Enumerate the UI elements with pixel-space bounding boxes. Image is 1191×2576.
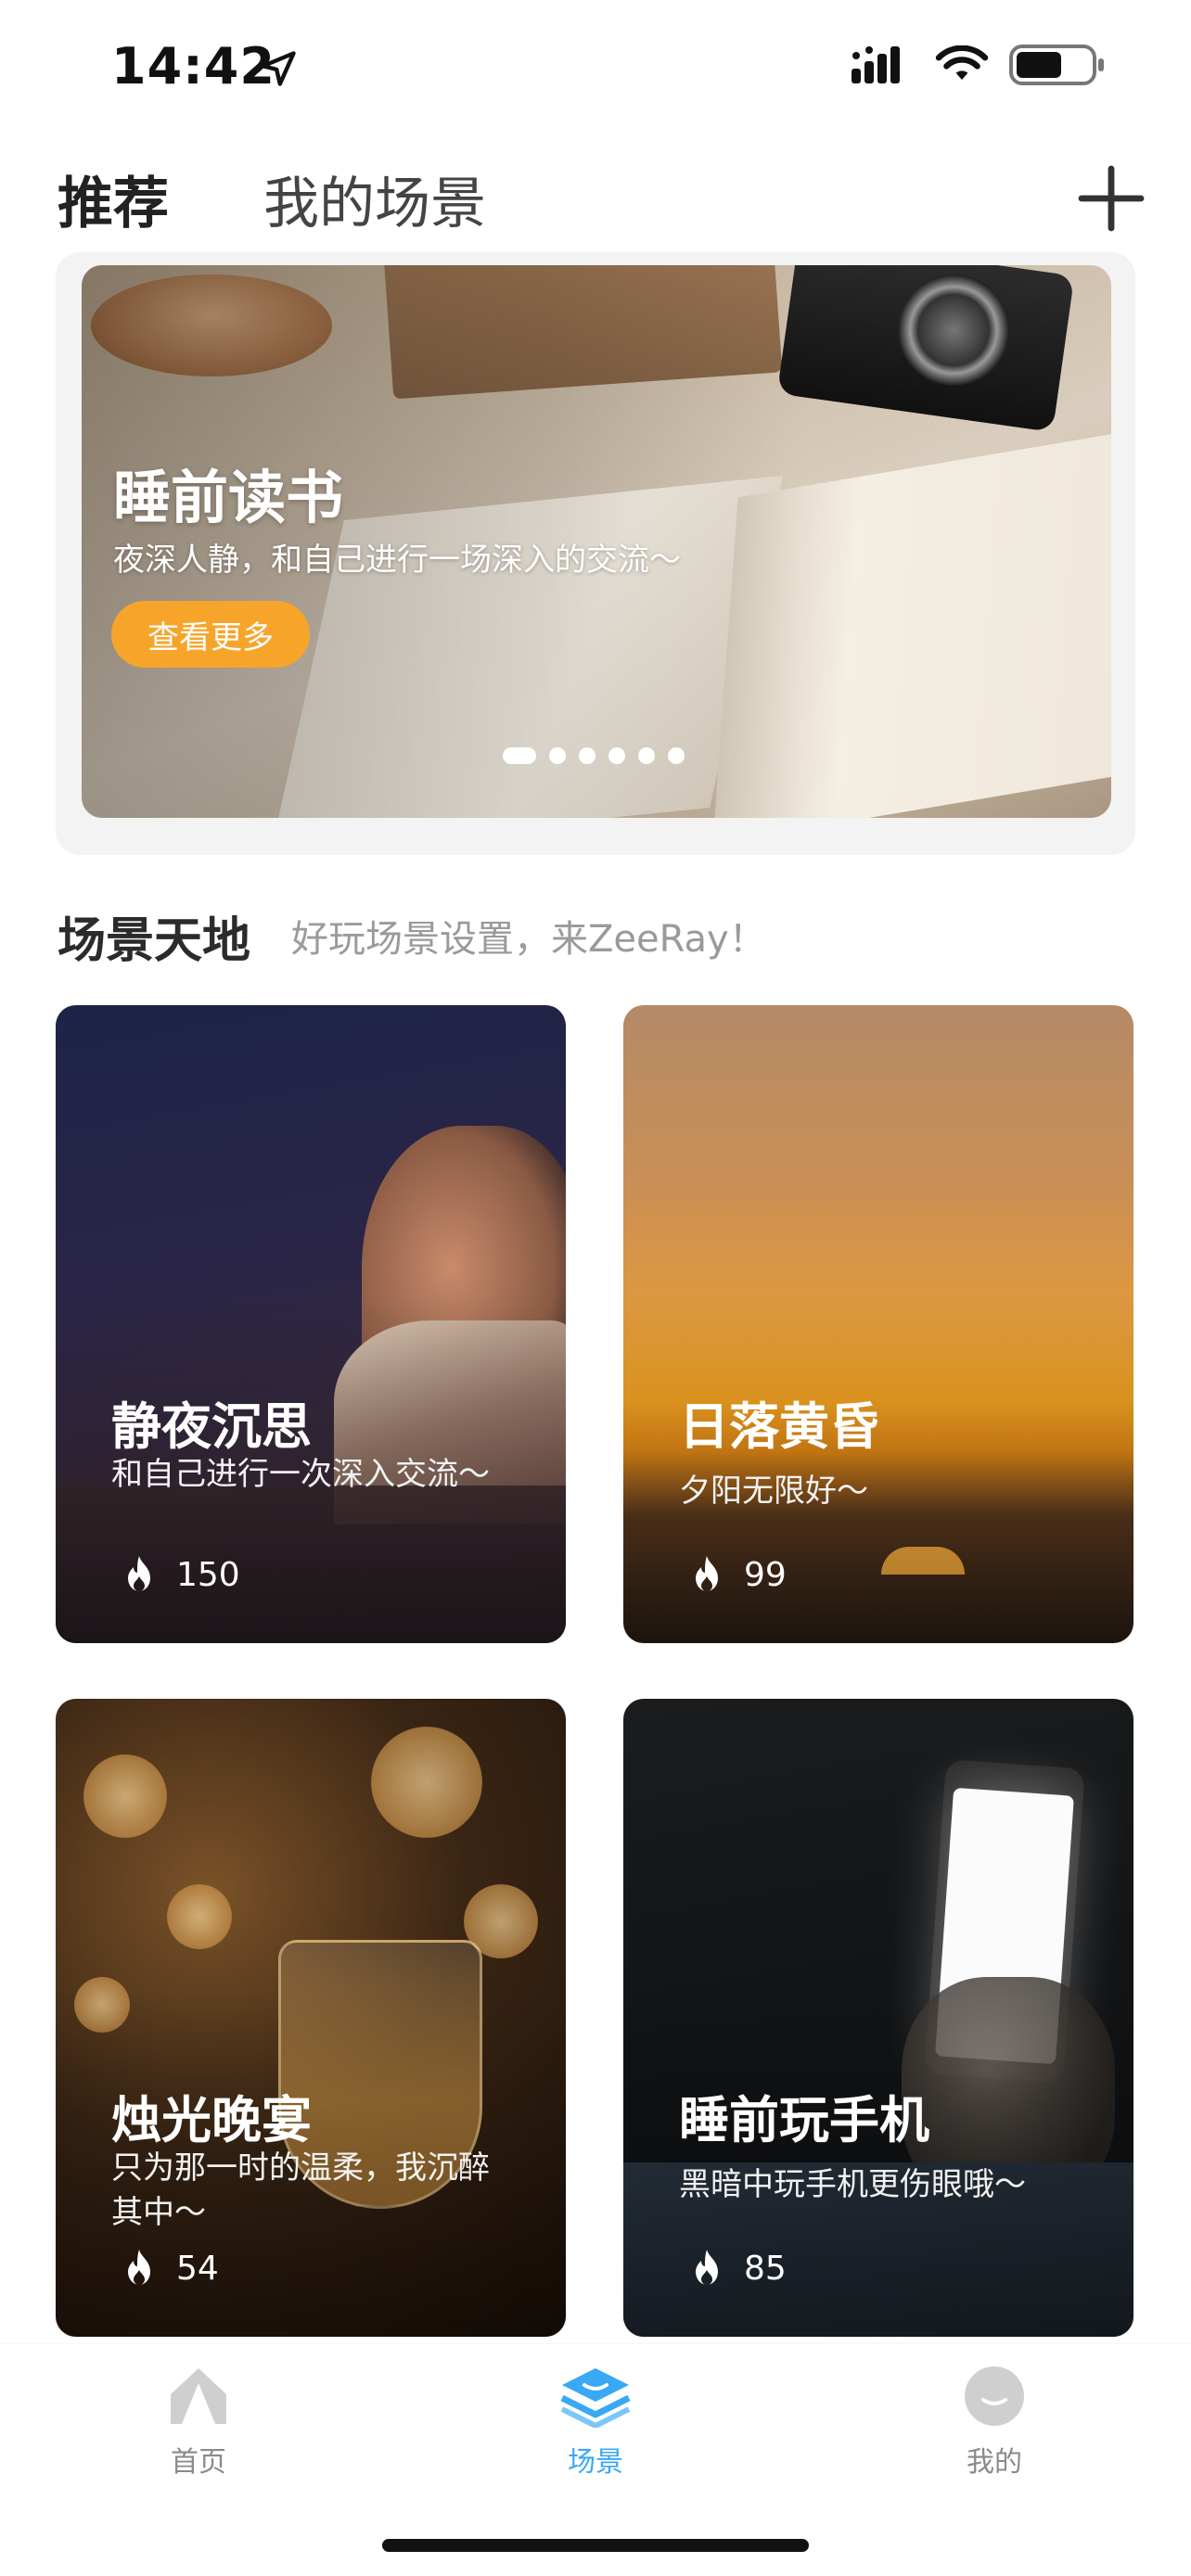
scene-card-quiet-night[interactable]: 静夜沉思 和自己进行一次深入交流～ 150 <box>56 1005 566 1643</box>
tab-scenes[interactable]: 场景 <box>503 2365 688 2480</box>
card-count: 150 <box>176 1555 240 1594</box>
tab-my-scenes[interactable]: 我的场景 <box>263 159 486 239</box>
section-subtitle: 好玩场景设置，来ZeeRay！ <box>291 918 766 961</box>
flame-icon <box>128 1556 150 1591</box>
flame-icon <box>696 2250 718 2285</box>
pagination-dot[interactable] <box>579 747 596 764</box>
flame-icon <box>696 1556 718 1591</box>
scene-card-sunset[interactable]: 日落黄昏 夕阳无限好～ 99 <box>623 1005 1133 1643</box>
card-title: 日落黄昏 <box>679 1397 879 1456</box>
card-title: 静夜沉思 <box>111 1397 312 1456</box>
card-desc: 只为那一时的温柔，我沉醉其中～ <box>111 2149 490 2231</box>
card-title: 睡前玩手机 <box>679 2091 929 2149</box>
pagination-dot[interactable] <box>638 747 655 764</box>
section-title: 场景天地 <box>58 913 251 969</box>
banner-carousel[interactable]: 睡前读书 夜深人静，和自己进行一场深入的交流～ 查看更多 <box>82 265 1111 818</box>
pagination-dot[interactable] <box>668 747 685 764</box>
scene-card-phone-before-bed[interactable]: 睡前玩手机 黑暗中玩手机更伤眼哦～ 85 <box>623 1699 1133 2337</box>
home-indicator <box>382 2539 809 2552</box>
signal-icon <box>852 46 900 83</box>
flame-icon <box>128 2250 150 2285</box>
tab-home[interactable]: 首页 <box>106 2365 291 2480</box>
scene-card-candlelight[interactable]: 烛光晚宴 只为那一时的温柔，我沉醉其中～ 54 <box>56 1699 566 2337</box>
plus-icon[interactable] <box>1076 163 1146 234</box>
card-desc: 黑暗中玩手机更伤眼哦～ <box>679 2166 1026 2203</box>
tab-mine-label: 我的 <box>967 2446 1022 2479</box>
banner-pagination <box>503 747 685 764</box>
scenes-icon <box>560 2368 631 2428</box>
card-desc: 和自己进行一次深入交流～ <box>111 1456 490 1493</box>
pagination-dot[interactable] <box>503 747 536 764</box>
card-count: 99 <box>744 1555 787 1594</box>
tab-recommend[interactable]: 推荐 <box>58 159 169 239</box>
wifi-icon <box>935 45 989 80</box>
card-heat: 54 <box>121 2248 219 2289</box>
card-desc: 夕阳无限好～ <box>679 1473 868 1510</box>
card-count: 85 <box>744 2249 787 2288</box>
status-bar: 14:42 <box>0 0 1191 139</box>
card-count: 54 <box>176 2249 219 2288</box>
card-title: 烛光晚宴 <box>111 2091 312 2149</box>
banner-subtitle: 夜深人静，和自己进行一场深入的交流～ <box>113 542 681 579</box>
status-time: 14:42 <box>111 37 275 96</box>
card-heat: 150 <box>121 1554 240 1595</box>
card-heat: 99 <box>688 1554 787 1595</box>
battery-icon <box>1009 45 1104 85</box>
pagination-dot[interactable] <box>608 747 625 764</box>
tab-scenes-label: 场景 <box>568 2446 623 2479</box>
top-tabs: 推荐 我的场景 <box>58 156 486 239</box>
home-icon <box>171 2368 226 2424</box>
profile-icon <box>965 2366 1024 2426</box>
tab-mine[interactable]: 我的 <box>902 2365 1087 2480</box>
view-more-button[interactable]: 查看更多 <box>111 601 310 668</box>
banner-title: 睡前读书 <box>113 464 344 531</box>
location-arrow-icon <box>261 51 296 86</box>
card-heat: 85 <box>688 2248 787 2289</box>
pagination-dot[interactable] <box>549 747 566 764</box>
tab-home-label: 首页 <box>171 2446 226 2479</box>
